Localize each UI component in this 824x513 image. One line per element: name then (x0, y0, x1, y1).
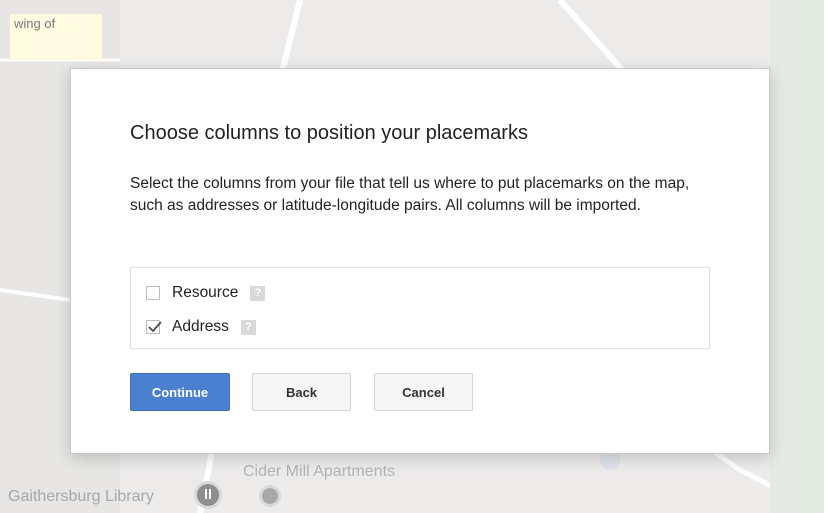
dialog-description: Select the columns from your file that t… (130, 175, 690, 214)
import-columns-dialog: Choose columns to position your placemar… (70, 68, 770, 454)
side-panel-fragment: wing of (10, 14, 102, 60)
column-option-address[interactable]: Address ? (146, 317, 256, 337)
column-options: Resource ? Address ? (130, 267, 710, 349)
back-button[interactable]: Back (252, 373, 351, 411)
help-icon[interactable]: ? (240, 319, 256, 335)
column-option-resource[interactable]: Resource ? (146, 283, 266, 303)
dialog-title: Choose columns to position your placemar… (130, 122, 528, 144)
checkmark-icon (148, 321, 162, 333)
cancel-button[interactable]: Cancel (374, 373, 473, 411)
address-checkbox[interactable] (146, 320, 162, 334)
location-pin-icon[interactable] (262, 488, 278, 504)
column-label[interactable]: Resource (172, 284, 238, 302)
side-panel-text: wing of (14, 16, 56, 31)
resource-checkbox[interactable] (146, 286, 160, 300)
map-label-library[interactable]: Gaithersburg Library (8, 488, 154, 506)
column-label[interactable]: Address (172, 318, 229, 336)
map-label-cider-mill[interactable]: Cider Mill Apartments (243, 463, 395, 481)
library-pin-icon[interactable] (197, 484, 219, 506)
help-icon[interactable]: ? (250, 285, 266, 301)
continue-button[interactable]: Continue (130, 373, 230, 411)
